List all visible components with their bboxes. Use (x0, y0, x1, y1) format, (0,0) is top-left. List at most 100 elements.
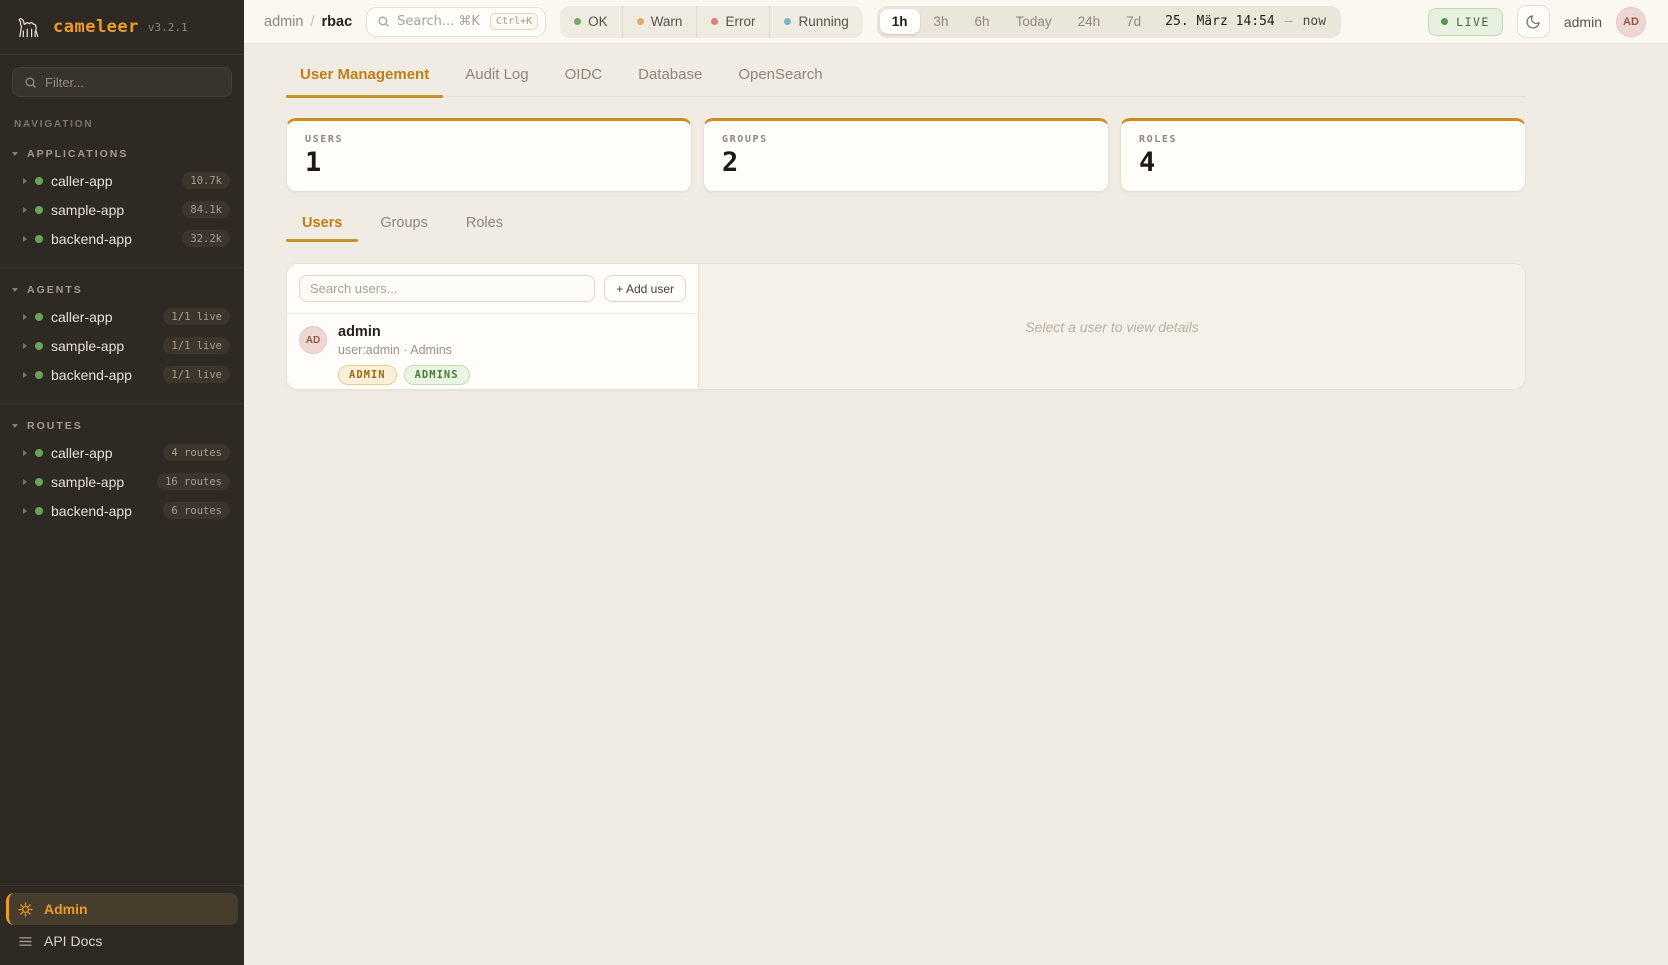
sidebar-footer: Admin API Docs (0, 885, 244, 965)
section-applications: APPLICATIONS caller-app 10.7k sample-app… (0, 132, 244, 267)
add-user-button[interactable]: + Add user (604, 275, 686, 302)
user-list-toolbar: + Add user (287, 264, 698, 314)
avatar: AD (299, 326, 327, 354)
sidebar-item-applications-sample-app[interactable]: sample-app 84.1k (0, 195, 244, 224)
chevron-down-icon (12, 152, 18, 156)
section-agents: AGENTS caller-app 1/1 live sample-app 1/… (0, 267, 244, 403)
time-range-7d[interactable]: 7d (1114, 9, 1153, 34)
sidebar-item-routes-sample-app[interactable]: sample-app 16 routes (0, 467, 244, 496)
live-label: LIVE (1456, 15, 1490, 29)
sidebar-spacer (0, 539, 244, 885)
time-separator: — (1285, 14, 1293, 29)
rbac-subtabs: Users Groups Roles (286, 209, 1526, 242)
item-label: backend-app (51, 231, 174, 247)
tab-oidc[interactable]: OIDC (551, 66, 617, 96)
status-filter-group: OK Warn Error Running (560, 6, 863, 38)
sidebar-item-routes-caller-app[interactable]: caller-app 4 routes (0, 438, 244, 467)
time-range-6h[interactable]: 6h (963, 9, 1002, 34)
tab-opensearch[interactable]: OpenSearch (724, 66, 836, 96)
status-filter-ok[interactable]: OK (560, 6, 622, 38)
subtab-users[interactable]: Users (286, 209, 358, 242)
item-label: sample-app (51, 338, 155, 354)
status-filter-label: Warn (651, 14, 683, 29)
moon-icon (1525, 14, 1541, 30)
status-dot (35, 342, 43, 350)
content-area: User Management Audit Log OIDC Database … (244, 44, 1668, 965)
status-filter-running[interactable]: Running (769, 6, 862, 38)
breadcrumb-parent[interactable]: admin (264, 14, 304, 30)
sidebar-item-api-docs[interactable]: API Docs (6, 925, 238, 957)
status-dot (35, 478, 43, 486)
sidebar-filter[interactable] (12, 67, 232, 97)
time-display: 25. März 14:54 — now (1165, 14, 1326, 29)
item-label: caller-app (51, 445, 155, 461)
app-version: v3.2.1 (148, 21, 188, 34)
stat-card-roles: ROLES 4 (1120, 118, 1526, 192)
group-badge-admins: ADMINS (404, 365, 470, 385)
count-badge: 1/1 live (163, 337, 230, 354)
breadcrumb: admin / rbac (264, 14, 352, 30)
time-range-24h[interactable]: 24h (1066, 9, 1113, 34)
user-search-input[interactable] (299, 275, 595, 302)
item-label: backend-app (51, 503, 155, 519)
stat-label: ROLES (1139, 134, 1507, 145)
count-badge: 1/1 live (163, 366, 230, 383)
status-filter-error[interactable]: Error (696, 6, 769, 38)
stat-value: 2 (722, 149, 1090, 176)
sidebar-item-admin[interactable]: Admin (6, 893, 238, 925)
stat-label: USERS (305, 134, 673, 145)
user-subtitle: user:admin · Admins (338, 343, 470, 357)
status-filter-warn[interactable]: Warn (622, 6, 697, 38)
tab-database[interactable]: Database (624, 66, 716, 96)
global-search[interactable]: Ctrl+K (366, 7, 546, 37)
status-dot (35, 235, 43, 243)
chevron-right-icon (23, 450, 27, 456)
section-header-agents[interactable]: AGENTS (0, 281, 244, 302)
user-list-item-admin[interactable]: AD admin user:admin · Admins ADMIN ADMIN… (287, 314, 698, 390)
tab-user-management[interactable]: User Management (286, 66, 443, 96)
filter-input[interactable] (45, 75, 222, 90)
status-dot (35, 313, 43, 321)
role-badge-admin: ADMIN (338, 365, 397, 385)
user-avatar[interactable]: AD (1616, 7, 1646, 37)
count-badge: 16 routes (157, 473, 230, 490)
live-badge[interactable]: LIVE (1428, 8, 1503, 36)
sidebar-item-routes-backend-app[interactable]: backend-app 6 routes (0, 496, 244, 525)
status-dot (35, 177, 43, 185)
section-label: ROUTES (27, 420, 83, 432)
logo-row: cameleer v3.2.1 (0, 0, 244, 55)
status-filter-label: Error (725, 14, 755, 29)
sidebar-item-agents-caller-app[interactable]: caller-app 1/1 live (0, 302, 244, 331)
count-badge: 6 routes (163, 502, 230, 519)
count-badge: 4 routes (163, 444, 230, 461)
time-end: now (1303, 14, 1326, 29)
search-icon (377, 15, 390, 28)
search-shortcut-kbd: Ctrl+K (490, 13, 538, 30)
chevron-right-icon (23, 207, 27, 213)
chevron-right-icon (23, 479, 27, 485)
chevron-right-icon (23, 314, 27, 320)
time-range-3h[interactable]: 3h (922, 9, 961, 34)
search-input[interactable] (397, 14, 483, 29)
sidebar-item-agents-backend-app[interactable]: backend-app 1/1 live (0, 360, 244, 389)
sidebar-item-label: API Docs (44, 933, 102, 949)
sidebar: cameleer v3.2.1 NAVIGATION APPLICATIONS … (0, 0, 244, 965)
sidebar-item-label: Admin (44, 901, 88, 917)
tab-audit-log[interactable]: Audit Log (451, 66, 542, 96)
time-range-today[interactable]: Today (1004, 9, 1064, 34)
topbar: admin / rbac Ctrl+K OK Warn Error (244, 0, 1668, 44)
sidebar-item-applications-backend-app[interactable]: backend-app 32.2k (0, 224, 244, 253)
subtab-roles[interactable]: Roles (450, 209, 519, 242)
list-icon (17, 933, 33, 949)
sidebar-item-applications-caller-app[interactable]: caller-app 10.7k (0, 166, 244, 195)
subtab-groups[interactable]: Groups (364, 209, 444, 242)
time-range-1h[interactable]: 1h (880, 9, 920, 34)
user-detail-column: Select a user to view details (699, 264, 1525, 389)
count-badge: 32.2k (182, 230, 230, 247)
sidebar-item-agents-sample-app[interactable]: sample-app 1/1 live (0, 331, 244, 360)
breadcrumb-current: rbac (322, 14, 353, 30)
section-header-applications[interactable]: APPLICATIONS (0, 145, 244, 166)
section-header-routes[interactable]: ROUTES (0, 417, 244, 438)
running-dot-icon (784, 18, 791, 25)
theme-toggle-button[interactable] (1517, 5, 1550, 38)
